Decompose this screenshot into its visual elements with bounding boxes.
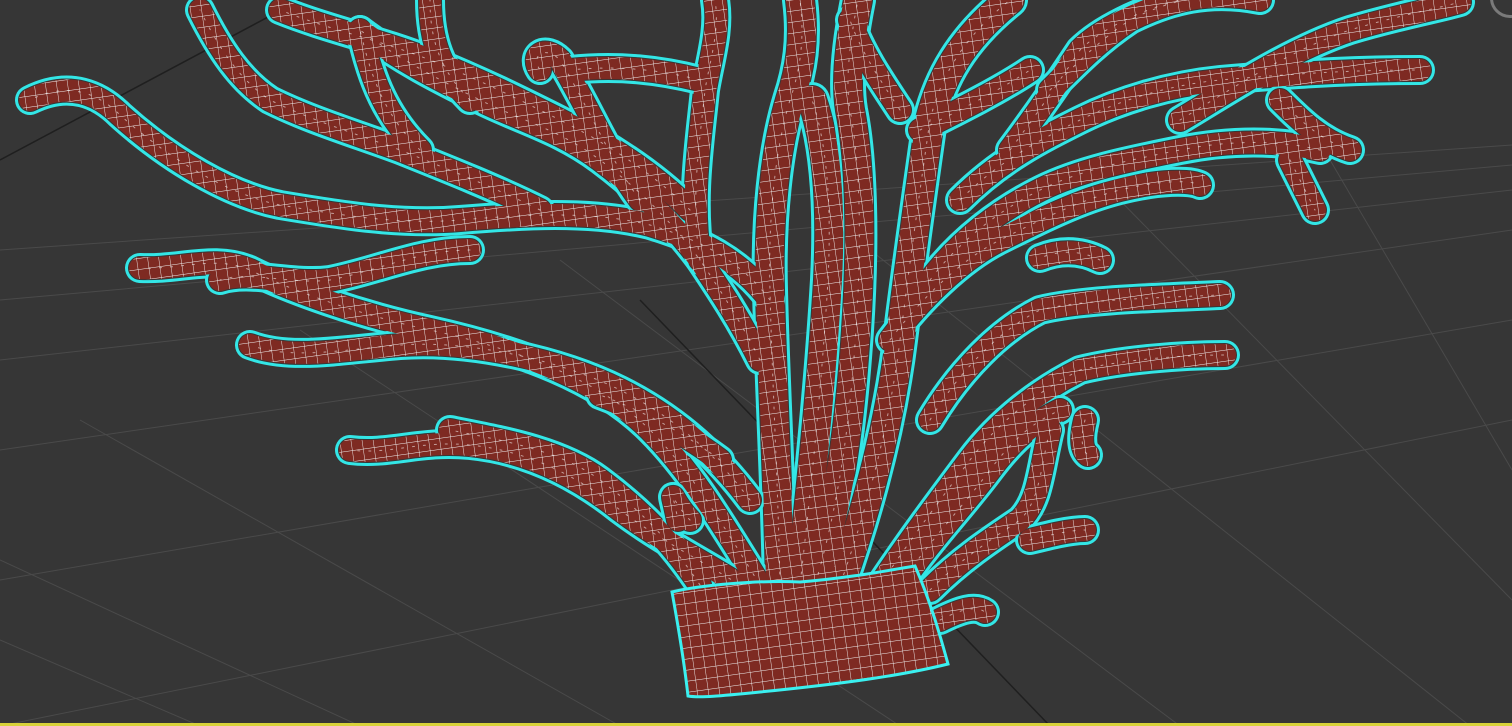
coral-branch — [1279, 149, 1326, 221]
coral-base — [670, 564, 950, 699]
coral-branch — [1071, 409, 1099, 466]
3d-viewport[interactable] — [0, 0, 1512, 726]
coral-branch — [559, 57, 711, 91]
coral-mesh[interactable] — [0, 0, 1512, 726]
coral-branch — [662, 485, 701, 531]
coral-branch — [1029, 241, 1111, 271]
coral-branch — [1019, 519, 1096, 551]
mesh-body — [19, 0, 1471, 631]
